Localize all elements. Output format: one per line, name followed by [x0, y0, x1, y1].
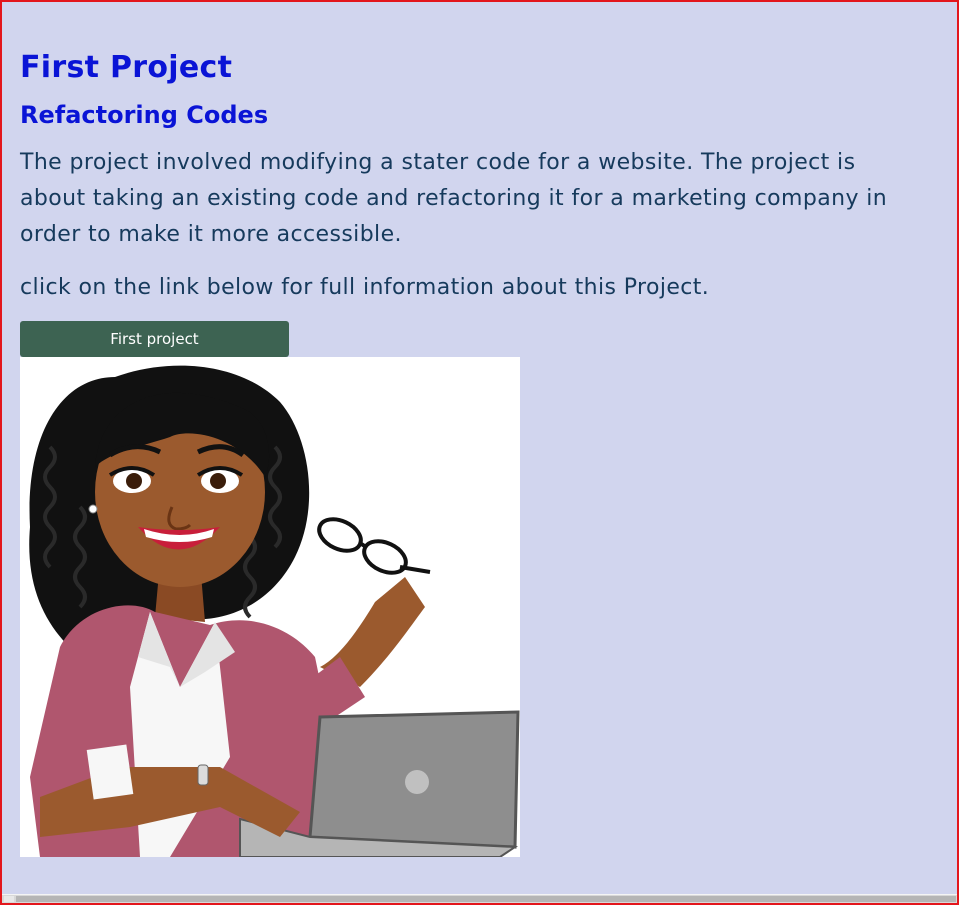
watch-icon	[197, 764, 209, 786]
scroll-left-arrow-icon[interactable]	[4, 896, 14, 902]
page-title: First Project	[20, 50, 233, 85]
project-link-note: click on the link below for full informa…	[20, 275, 710, 300]
project-description: The project involved modifying a stater …	[20, 150, 888, 247]
scrollbar-thumb[interactable]	[16, 896, 956, 902]
glasses-icon	[317, 517, 431, 575]
horizontal-scrollbar[interactable]	[2, 894, 957, 903]
woman-with-laptop-illustration	[20, 357, 520, 857]
page-container: First Project Refactoring Codes The proj…	[0, 0, 959, 905]
first-project-button[interactable]: First project	[20, 321, 289, 357]
earring	[88, 504, 98, 514]
project-subtitle: Refactoring Codes	[20, 101, 269, 129]
illustration-svg	[29, 365, 520, 857]
